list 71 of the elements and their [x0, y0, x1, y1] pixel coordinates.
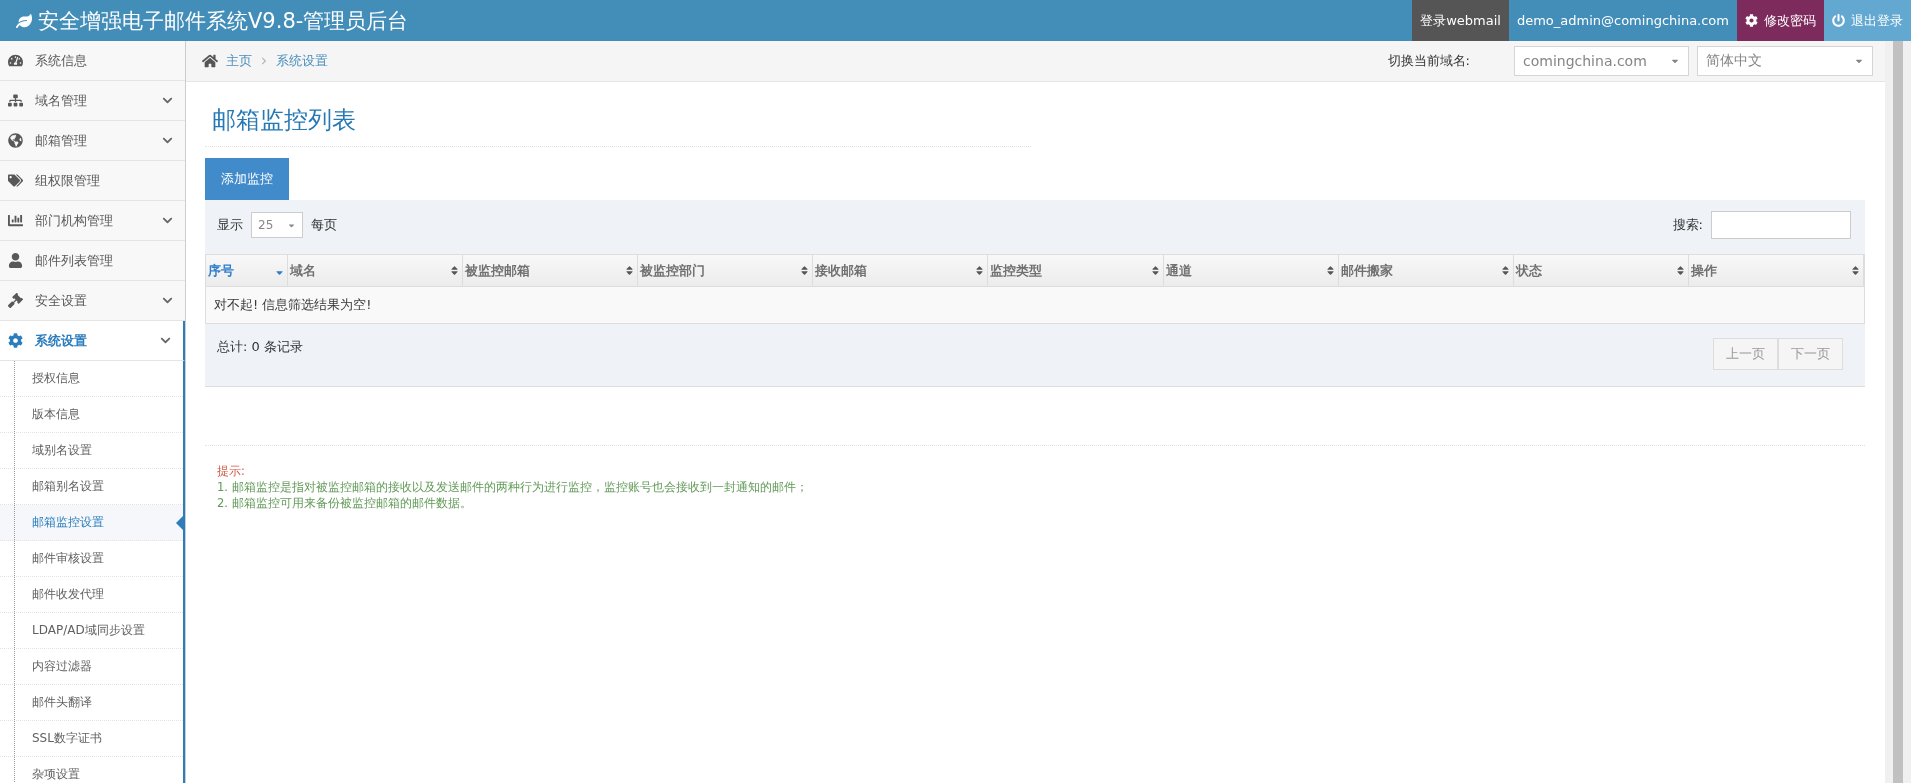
scrollbar[interactable] — [1885, 41, 1911, 783]
submenu-item[interactable]: 邮件头翻译 — [0, 685, 183, 721]
chevron-icon — [162, 295, 173, 306]
column-header[interactable]: 域名 — [288, 255, 464, 287]
page-title: 邮箱监控列表 — [205, 104, 1031, 147]
sort-icon — [1499, 265, 1511, 276]
column-header[interactable]: 被监控部门 — [638, 255, 814, 287]
tip-text: 2. 邮箱监控可用来备份被监控邮箱的邮件数据。 — [217, 496, 473, 511]
submenu-item[interactable]: 域别名设置 — [0, 433, 183, 469]
sitemap-icon — [8, 93, 23, 108]
chevron-icon — [162, 95, 173, 106]
tips-title: 提示: — [217, 464, 246, 479]
breadcrumb-link[interactable]: 主页 — [226, 52, 252, 70]
submenu-item[interactable]: 邮件审核设置 — [0, 541, 183, 577]
logout-button[interactable]: 退出登录 — [1824, 0, 1911, 41]
sort-icon — [1850, 265, 1861, 276]
submenu-item[interactable]: 邮箱监控设置 — [0, 505, 183, 541]
show-label: 显示 — [217, 216, 243, 234]
sort-icon — [974, 265, 986, 276]
globe-icon — [8, 133, 23, 148]
sort-icon — [624, 265, 636, 276]
sort-icon — [799, 265, 811, 276]
column-header[interactable]: 序号 — [206, 255, 288, 287]
settings-icon — [8, 333, 23, 348]
page-size-select[interactable]: 25 — [251, 212, 303, 238]
column-header[interactable]: 状态 — [1513, 255, 1689, 287]
per-page-label: 每页 — [311, 216, 337, 234]
submenu-item[interactable]: LDAP/AD域同步设置 — [0, 613, 183, 649]
sort-icon — [1324, 265, 1336, 276]
tip-text: 1. 邮箱监控是指对被监控邮箱的接收以及发送邮件的两种行为进行监控，监控账号也会接收到一封通知的邮件； — [217, 480, 809, 495]
gauge-icon — [8, 53, 23, 68]
column-header[interactable]: 通道 — [1163, 255, 1339, 287]
submenu-item[interactable]: 内容过滤器 — [0, 649, 183, 685]
submenu-item[interactable]: 邮件收发代理 — [0, 577, 183, 613]
change-password-button[interactable]: 修改密码 — [1737, 0, 1824, 41]
tags-icon — [8, 173, 23, 188]
column-header[interactable]: 被监控邮箱 — [463, 255, 639, 287]
search-label: 搜索: — [1672, 216, 1703, 234]
app-title: 安全增强电子邮件系统V9.8-管理员后台 — [38, 7, 409, 35]
submenu-item[interactable]: 版本信息 — [0, 397, 183, 433]
power-icon — [1832, 14, 1845, 27]
bar-chart-icon — [8, 213, 23, 228]
chevron-icon — [162, 215, 173, 226]
sidebar-item[interactable]: 系统设置 — [0, 321, 185, 361]
chevron-icon — [162, 135, 173, 146]
submenu-item[interactable]: SSL数字证书 — [0, 721, 183, 757]
language-select[interactable]: 简体中文 — [1697, 46, 1873, 76]
leaf-icon — [16, 12, 32, 29]
sort-icon — [1149, 265, 1161, 276]
domain-select[interactable]: comingchina.com — [1514, 46, 1689, 76]
column-header[interactable]: 操作 — [1688, 255, 1864, 287]
search-field[interactable] — [1711, 211, 1851, 239]
home-icon — [202, 53, 218, 69]
gavel-icon — [8, 293, 23, 308]
sort-icon — [1674, 265, 1686, 276]
submenu-item[interactable]: 授权信息 — [0, 361, 183, 397]
submenu-item[interactable]: 邮箱别名设置 — [0, 469, 183, 505]
column-header[interactable]: 监控类型 — [988, 255, 1164, 287]
breadcrumb-link[interactable]: 系统设置 — [276, 52, 328, 70]
add-monitor-button[interactable]: 添加监控 — [205, 158, 289, 200]
sort-icon — [449, 265, 461, 276]
separator-icon — [260, 57, 268, 65]
column-header[interactable]: 接收邮箱 — [813, 255, 989, 287]
settings-icon — [1745, 14, 1758, 27]
empty-message: 对不起! 信息筛选结果为空! — [213, 296, 373, 314]
user-icon — [8, 253, 23, 268]
column-header[interactable]: 邮件搬家 — [1338, 255, 1514, 287]
domain-switch-label: 切换当前域名: — [1387, 52, 1470, 70]
webmail-button[interactable]: 登录webmail — [1412, 0, 1509, 41]
chevron-icon — [160, 335, 171, 346]
total-count: 总计: 0 条记录 — [217, 338, 303, 356]
